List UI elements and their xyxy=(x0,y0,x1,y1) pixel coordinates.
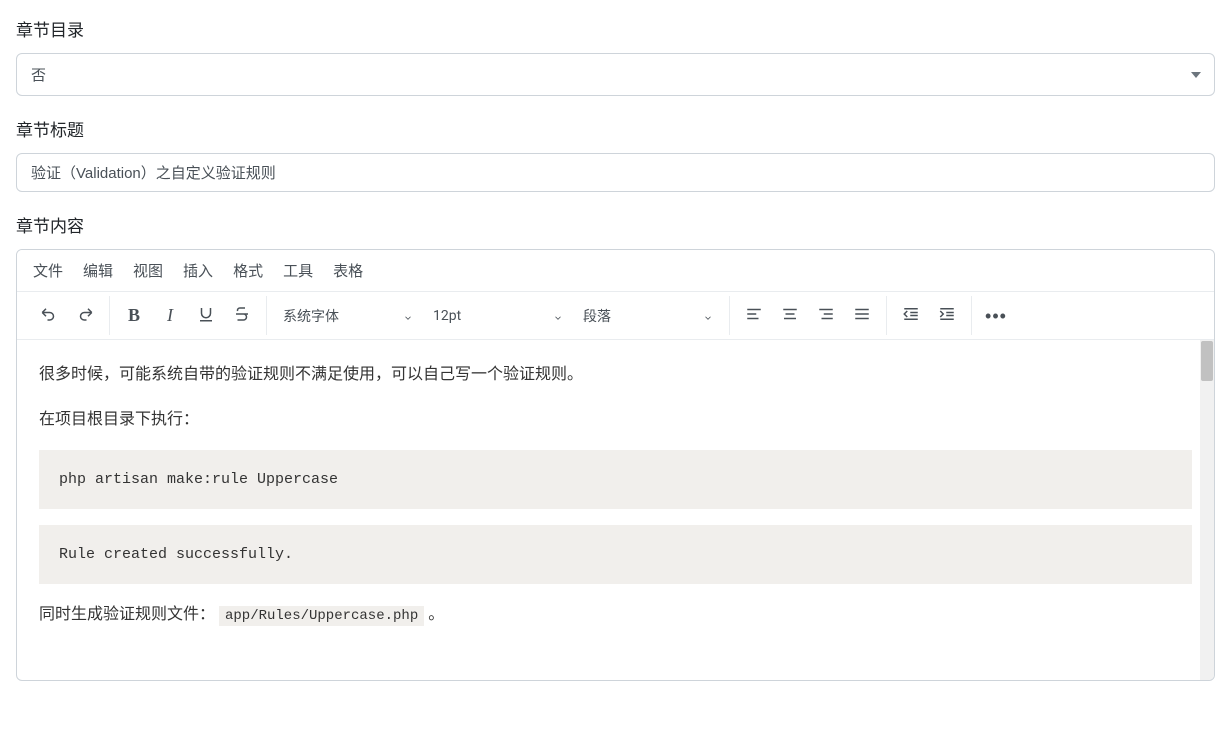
editor-menubar: 文件 编辑 视图 插入 格式 工具 表格 xyxy=(17,250,1214,292)
underline-icon xyxy=(197,305,215,326)
scrollbar-thumb[interactable] xyxy=(1201,341,1213,381)
font-family-select[interactable]: 系统字体 xyxy=(273,298,423,334)
chapter-directory-select[interactable]: 否 xyxy=(16,53,1215,96)
align-left-button[interactable] xyxy=(736,298,772,334)
code-block: Rule created successfully. xyxy=(39,525,1192,584)
more-icon: ••• xyxy=(985,307,1007,325)
menu-file[interactable]: 文件 xyxy=(33,260,63,281)
chapter-directory-group: 章节目录 否 xyxy=(16,16,1215,96)
undo-button[interactable] xyxy=(31,298,67,334)
scrollbar-track[interactable] xyxy=(1200,340,1214,680)
content-paragraph: 同时生成验证规则文件： app/Rules/Uppercase.php 。 xyxy=(39,600,1192,629)
bold-button[interactable]: B xyxy=(116,298,152,334)
font-family-value: 系统字体 xyxy=(283,306,339,326)
toolbar-group-indent xyxy=(887,296,972,335)
inline-code: app/Rules/Uppercase.php xyxy=(219,606,424,626)
toolbar-group-selects: 系统字体 12pt 段落 xyxy=(267,296,730,335)
outdent-button[interactable] xyxy=(893,298,929,334)
menu-tools[interactable]: 工具 xyxy=(283,260,313,281)
block-format-select[interactable]: 段落 xyxy=(573,298,723,334)
indent-icon xyxy=(938,305,956,326)
italic-icon: I xyxy=(167,305,173,326)
code-block: php artisan make:rule Uppercase xyxy=(39,450,1192,509)
text-span: 。 xyxy=(428,604,444,623)
italic-button[interactable]: I xyxy=(152,298,188,334)
editor-toolbar: B I 系统字体 xyxy=(17,292,1214,340)
align-right-button[interactable] xyxy=(808,298,844,334)
align-center-icon xyxy=(781,305,799,326)
chapter-title-input[interactable] xyxy=(16,153,1215,192)
more-button[interactable]: ••• xyxy=(978,298,1014,334)
strikethrough-icon xyxy=(233,305,251,326)
block-format-value: 段落 xyxy=(583,306,611,326)
redo-icon xyxy=(76,305,94,326)
align-justify-icon xyxy=(853,305,871,326)
strikethrough-button[interactable] xyxy=(224,298,260,334)
outdent-icon xyxy=(902,305,920,326)
content-paragraph: 很多时候，可能系统自带的验证规则不满足使用，可以自己写一个验证规则。 xyxy=(39,360,1192,389)
chapter-content-group: 章节内容 文件 编辑 视图 插入 格式 工具 表格 xyxy=(16,212,1215,681)
indent-button[interactable] xyxy=(929,298,965,334)
chevron-down-icon xyxy=(403,311,413,321)
underline-button[interactable] xyxy=(188,298,224,334)
chapter-title-group: 章节标题 xyxy=(16,116,1215,192)
align-left-icon xyxy=(745,305,763,326)
font-size-value: 12pt xyxy=(433,308,461,324)
chevron-down-icon xyxy=(553,311,563,321)
redo-button[interactable] xyxy=(67,298,103,334)
menu-insert[interactable]: 插入 xyxy=(183,260,213,281)
toolbar-group-align xyxy=(730,296,887,335)
undo-icon xyxy=(40,305,58,326)
menu-edit[interactable]: 编辑 xyxy=(83,260,113,281)
align-right-icon xyxy=(817,305,835,326)
toolbar-group-format: B I xyxy=(110,296,267,335)
chapter-directory-value: 否 xyxy=(31,66,46,84)
toolbar-group-more: ••• xyxy=(972,296,1020,335)
align-justify-button[interactable] xyxy=(844,298,880,334)
menu-table[interactable]: 表格 xyxy=(333,260,363,281)
toolbar-group-history xyxy=(25,296,110,335)
text-span: 同时生成验证规则文件： xyxy=(39,604,215,623)
align-center-button[interactable] xyxy=(772,298,808,334)
menu-view[interactable]: 视图 xyxy=(133,260,163,281)
chevron-down-icon xyxy=(703,311,713,321)
editor-content-wrapper: 很多时候，可能系统自带的验证规则不满足使用，可以自己写一个验证规则。 在项目根目… xyxy=(17,340,1214,680)
content-paragraph: 在项目根目录下执行： xyxy=(39,405,1192,434)
font-size-select[interactable]: 12pt xyxy=(423,298,573,334)
chapter-directory-label: 章节目录 xyxy=(16,16,1215,41)
rich-text-editor: 文件 编辑 视图 插入 格式 工具 表格 xyxy=(16,249,1215,681)
editor-content-area[interactable]: 很多时候，可能系统自带的验证规则不满足使用，可以自己写一个验证规则。 在项目根目… xyxy=(17,340,1214,680)
chapter-title-label: 章节标题 xyxy=(16,116,1215,141)
chapter-content-label: 章节内容 xyxy=(16,212,1215,237)
bold-icon: B xyxy=(128,305,140,326)
chapter-directory-select-wrapper: 否 xyxy=(16,53,1215,96)
menu-format[interactable]: 格式 xyxy=(233,260,263,281)
